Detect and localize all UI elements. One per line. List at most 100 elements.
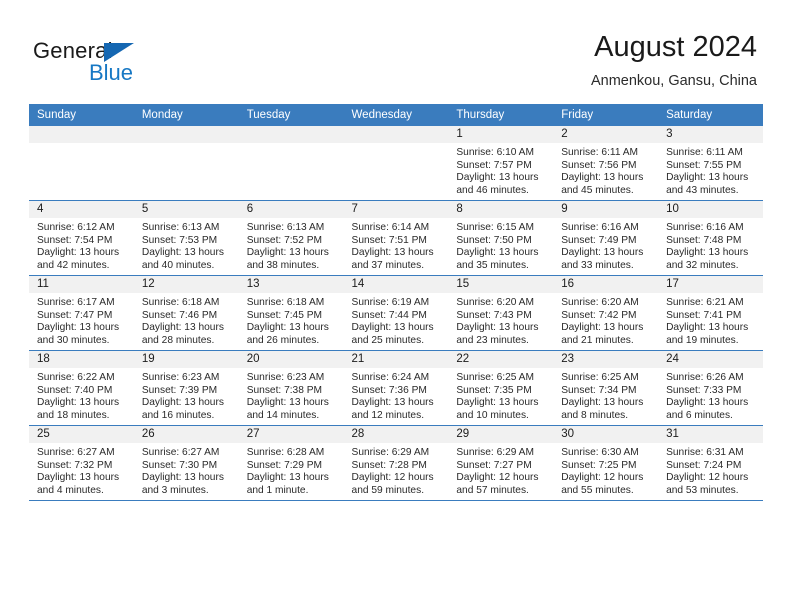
- daylight-text-cont: and 6 minutes.: [666, 409, 733, 421]
- calendar-day-cell[interactable]: 11 Sunrise: 6:17 AM Sunset: 7:47 PM Dayligh…: [29, 275, 134, 351]
- calendar-day-cell[interactable]: 21 Sunrise: 6:24 AM Sunset: 7:36 PM Dayligh…: [343, 350, 449, 426]
- sunset-text: Sunset: 7:39 PM: [141, 384, 218, 396]
- sunset-text: Sunset: 7:44 PM: [351, 309, 427, 321]
- calendar-day-cell[interactable]: 12 Sunrise: 6:18 AM Sunset: 7:46 PM Dayligh…: [133, 275, 239, 351]
- calendar-day-cell[interactable]: 18 Sunrise: 6:22 AM Sunset: 7:40 PM Dayligh…: [29, 350, 134, 426]
- calendar-day-cell[interactable]: 14 Sunrise: 6:19 AM Sunset: 7:44 PM Dayligh…: [343, 275, 449, 351]
- calendar-cell-empty: [29, 126, 134, 201]
- day-details: Sunrise: 6:11 AM Sunset: 7:55 PM Daylight:…: [658, 143, 763, 197]
- sunrise-text: Sunrise: 6:23 AM: [246, 372, 325, 383]
- daylight-text: Daylight: 12 hours: [561, 472, 644, 484]
- sunrise-text: Sunrise: 6:12 AM: [37, 222, 115, 233]
- daylight-text-cont: and 10 minutes.: [456, 409, 529, 421]
- daylight-text-cont: and 42 minutes.: [37, 259, 110, 271]
- sunset-text: Sunset: 7:54 PM: [37, 234, 113, 246]
- sunset-text: Sunset: 7:29 PM: [246, 459, 323, 471]
- sunrise-text: Sunrise: 6:23 AM: [141, 372, 220, 383]
- calendar-day-cell[interactable]: 24 Sunrise: 6:26 AM Sunset: 7:33 PM Dayligh…: [658, 350, 763, 426]
- calendar-day-cell[interactable]: 26 Sunrise: 6:27 AM Sunset: 7:30 PM Dayligh…: [133, 425, 239, 501]
- calendar-day-cell[interactable]: 25 Sunrise: 6:27 AM Sunset: 7:32 PM Dayligh…: [29, 425, 134, 501]
- sunrise-text: Sunrise: 6:29 AM: [456, 447, 534, 458]
- calendar-day-cell[interactable]: 22 Sunrise: 6:25 AM Sunset: 7:35 PM Dayligh…: [448, 350, 554, 426]
- sunset-text: Sunset: 7:55 PM: [666, 159, 742, 171]
- daylight-text-cont: and 57 minutes.: [456, 484, 529, 496]
- calendar-day-cell[interactable]: 13 Sunrise: 6:18 AM Sunset: 7:45 PM Dayligh…: [238, 275, 344, 351]
- calendar-day-cell[interactable]: 16 Sunrise: 6:20 AM Sunset: 7:42 PM Dayligh…: [553, 275, 659, 351]
- daylight-text-cont: and 23 minutes.: [456, 334, 529, 346]
- sunrise-text: Sunrise: 6:15 AM: [456, 222, 534, 233]
- daylight-text: Daylight: 13 hours: [561, 322, 644, 334]
- daylight-text-cont: and 18 minutes.: [37, 409, 110, 421]
- day-details: Sunrise: 6:23 AM Sunset: 7:38 PM Daylight:…: [239, 368, 344, 422]
- day-number: 22: [448, 351, 554, 368]
- sunset-text: Sunset: 7:42 PM: [561, 309, 637, 321]
- day-number: 10: [658, 201, 763, 218]
- title-block: August 2024 Anmenkou, Gansu, China: [591, 30, 757, 91]
- calendar-body: 1 Sunrise: 6:10 AM Sunset: 7:57 PM Daylight…: [29, 126, 763, 501]
- day-number: [133, 126, 239, 143]
- calendar-day-cell[interactable]: 27 Sunrise: 6:28 AM Sunset: 7:29 PM Dayligh…: [238, 425, 344, 501]
- day-details: Sunrise: 6:18 AM Sunset: 7:45 PM Daylight:…: [239, 293, 344, 347]
- day-number: 17: [658, 276, 763, 293]
- calendar-day-cell[interactable]: 5 Sunrise: 6:13 AM Sunset: 7:53 PM Daylight…: [133, 200, 239, 276]
- calendar-cell-empty: [238, 126, 344, 201]
- calendar-day-cell[interactable]: 4 Sunrise: 6:12 AM Sunset: 7:54 PM Daylight…: [29, 200, 134, 276]
- daylight-text: Daylight: 13 hours: [351, 322, 434, 334]
- sunset-text: Sunset: 7:41 PM: [666, 309, 742, 321]
- sunrise-text: Sunrise: 6:22 AM: [37, 372, 115, 383]
- daylight-text-cont: and 43 minutes.: [666, 184, 739, 196]
- sunset-text: Sunset: 7:52 PM: [246, 234, 323, 246]
- day-details: Sunrise: 6:27 AM Sunset: 7:32 PM Daylight:…: [29, 443, 134, 497]
- calendar-day-cell[interactable]: 23 Sunrise: 6:25 AM Sunset: 7:34 PM Dayligh…: [553, 350, 659, 426]
- brand-logo[interactable]: General Blue: [33, 38, 183, 90]
- sunset-text: Sunset: 7:57 PM: [456, 159, 532, 171]
- sunset-text: Sunset: 7:50 PM: [456, 234, 532, 246]
- sunrise-text: Sunrise: 6:16 AM: [666, 222, 744, 233]
- daylight-text-cont: and 30 minutes.: [37, 334, 110, 346]
- day-details: Sunrise: 6:29 AM Sunset: 7:27 PM Daylight:…: [448, 443, 553, 497]
- day-number: 2: [553, 126, 659, 143]
- day-details: Sunrise: 6:22 AM Sunset: 7:40 PM Daylight:…: [29, 368, 134, 422]
- sunrise-text: Sunrise: 6:27 AM: [141, 447, 220, 458]
- calendar-day-cell[interactable]: 19 Sunrise: 6:23 AM Sunset: 7:39 PM Dayligh…: [133, 350, 239, 426]
- calendar-day-cell[interactable]: 15 Sunrise: 6:20 AM Sunset: 7:43 PM Dayligh…: [448, 275, 554, 351]
- calendar-day-cell[interactable]: 20 Sunrise: 6:23 AM Sunset: 7:38 PM Dayligh…: [238, 350, 344, 426]
- day-details: Sunrise: 6:18 AM Sunset: 7:46 PM Daylight:…: [134, 293, 239, 347]
- day-number: 16: [553, 276, 659, 293]
- calendar-day-cell[interactable]: 3 Sunrise: 6:11 AM Sunset: 7:55 PM Daylight…: [658, 126, 763, 201]
- daylight-text: Daylight: 13 hours: [37, 247, 120, 259]
- day-details: Sunrise: 6:24 AM Sunset: 7:36 PM Daylight:…: [344, 368, 449, 422]
- calendar-day-cell[interactable]: 17 Sunrise: 6:21 AM Sunset: 7:41 PM Dayligh…: [658, 275, 763, 351]
- sunrise-text: Sunrise: 6:13 AM: [141, 222, 220, 233]
- calendar-day-cell[interactable]: 2 Sunrise: 6:11 AM Sunset: 7:56 PM Daylight…: [553, 126, 659, 201]
- calendar-day-cell[interactable]: 6 Sunrise: 6:13 AM Sunset: 7:52 PM Daylight…: [238, 200, 344, 276]
- calendar-day-cell[interactable]: 30 Sunrise: 6:30 AM Sunset: 7:25 PM Dayligh…: [553, 425, 659, 501]
- sunrise-text: Sunrise: 6:13 AM: [246, 222, 325, 233]
- daylight-text: Daylight: 12 hours: [666, 472, 749, 484]
- day-number: [238, 126, 344, 143]
- calendar-day-cell[interactable]: 28 Sunrise: 6:29 AM Sunset: 7:28 PM Dayligh…: [343, 425, 449, 501]
- calendar-week-row: 4 Sunrise: 6:12 AM Sunset: 7:54 PM Daylight…: [29, 200, 763, 276]
- sunrise-text: Sunrise: 6:26 AM: [666, 372, 744, 383]
- sunrise-text: Sunrise: 6:19 AM: [351, 297, 430, 308]
- sunset-text: Sunset: 7:35 PM: [456, 384, 532, 396]
- daylight-text-cont: and 37 minutes.: [351, 259, 425, 271]
- sunset-text: Sunset: 7:47 PM: [37, 309, 113, 321]
- sunset-text: Sunset: 7:34 PM: [561, 384, 637, 396]
- day-details: Sunrise: 6:15 AM Sunset: 7:50 PM Daylight:…: [448, 218, 553, 272]
- calendar-day-cell[interactable]: 1 Sunrise: 6:10 AM Sunset: 7:57 PM Daylight…: [448, 126, 554, 201]
- calendar-day-cell[interactable]: 7 Sunrise: 6:14 AM Sunset: 7:51 PM Daylight…: [343, 200, 449, 276]
- daylight-text: Daylight: 13 hours: [351, 397, 434, 409]
- daylight-text-cont: and 16 minutes.: [141, 409, 215, 421]
- calendar-day-cell[interactable]: 8 Sunrise: 6:15 AM Sunset: 7:50 PM Daylight…: [448, 200, 554, 276]
- calendar-day-cell[interactable]: 9 Sunrise: 6:16 AM Sunset: 7:49 PM Daylight…: [553, 200, 659, 276]
- day-number: [343, 126, 449, 143]
- daylight-text-cont: and 12 minutes.: [351, 409, 425, 421]
- daylight-text-cont: and 53 minutes.: [666, 484, 739, 496]
- sunset-text: Sunset: 7:56 PM: [561, 159, 637, 171]
- calendar-day-cell[interactable]: 29 Sunrise: 6:29 AM Sunset: 7:27 PM Dayligh…: [448, 425, 554, 501]
- weekday-header-wednesday: Wednesday: [343, 104, 449, 126]
- calendar-day-cell[interactable]: 31 Sunrise: 6:31 AM Sunset: 7:24 PM Dayligh…: [658, 425, 763, 501]
- daylight-text-cont: and 3 minutes.: [141, 484, 209, 496]
- calendar-day-cell[interactable]: 10 Sunrise: 6:16 AM Sunset: 7:48 PM Dayligh…: [658, 200, 763, 276]
